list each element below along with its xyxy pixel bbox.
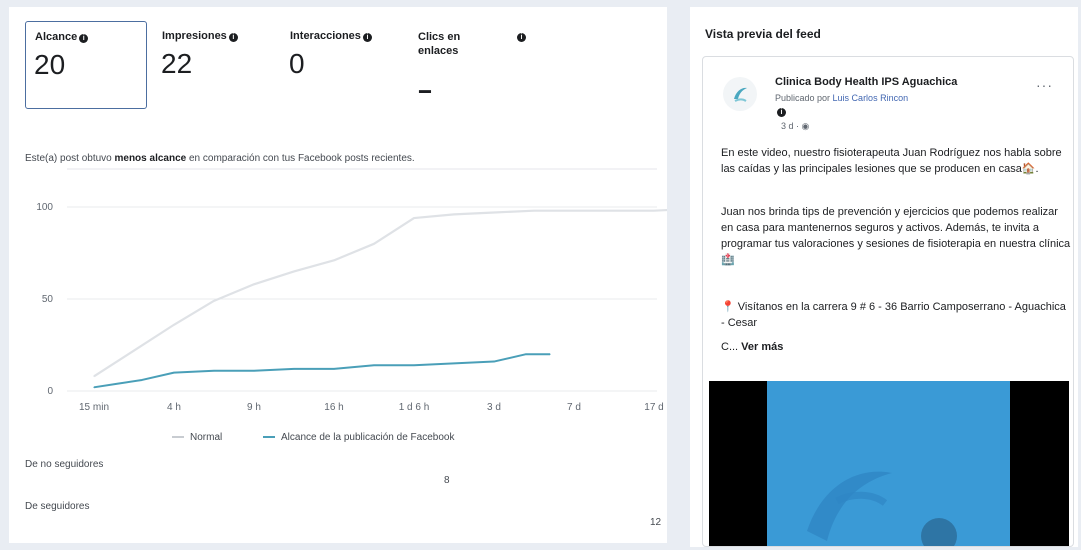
series-normal-point — [533, 210, 535, 212]
legend-swatch-post-reach — [263, 436, 275, 439]
x-tick-label: 17 d — [644, 402, 663, 413]
series-normal-point — [453, 213, 455, 215]
x-tick-label: 9 h — [247, 402, 261, 413]
legend-item-post-reach: Alcance de la publicación de Facebook — [263, 432, 454, 443]
feed-preview-panel: Vista previa del feed Clinica Body Healt… — [690, 7, 1078, 547]
clinic-logo-icon — [734, 87, 747, 102]
series-normal-point — [333, 259, 335, 261]
series-post-reach-point — [493, 360, 495, 363]
video-frame — [767, 381, 1010, 546]
globe-icon: ◉ — [801, 121, 810, 131]
legend-label-normal: Normal — [190, 432, 223, 443]
post-truncated-line: C... Ver más — [721, 339, 1071, 355]
series-post-reach-point — [141, 379, 143, 381]
series-post-reach-point — [525, 353, 527, 355]
series-post-reach-point — [413, 364, 415, 366]
series-normal-point — [213, 300, 215, 302]
series-normal-point — [133, 349, 135, 352]
post-timestamp: 3 d · ◉ — [781, 121, 809, 132]
feed-preview-title: Vista previa del feed — [705, 27, 821, 41]
series-normal-point — [413, 217, 415, 219]
video-thumbnail-shapes — [807, 471, 957, 546]
x-tick-label: 1 d 6 h — [399, 402, 430, 413]
info-icon[interactable]: i — [777, 108, 786, 117]
series-normal-point — [613, 210, 615, 212]
series-post-reach-point — [93, 386, 95, 388]
series-post-reach-line — [93, 353, 550, 389]
x-tick-label: 4 h — [167, 402, 181, 413]
reach-line-chart: 0 50 100 15 min 4 h 9 h 16 h 1 d 6 h 3 d 7 d 17 d — [36, 168, 667, 413]
post-preview-card: Clinica Body Health IPS Aguachica Public… — [702, 56, 1074, 547]
x-tick-label: 7 d — [567, 402, 581, 413]
post-paragraph-2: Juan nos brinda tips de prevención y eje… — [721, 206, 1071, 266]
series-normal-point — [373, 243, 375, 245]
legend-label-post-reach: Alcance de la publicación de Facebook — [281, 432, 455, 443]
post-paragraph-1: En este video, nuestro fisioterapeuta Ju… — [721, 147, 1062, 175]
series-post-reach-point — [453, 362, 455, 364]
post-time-text: 3 d · — [781, 121, 802, 131]
author-link[interactable]: Luis Carlos Rincon — [833, 93, 909, 103]
post-truncated-text: C... — [721, 341, 742, 353]
series-post-reach-point — [117, 383, 119, 385]
series-normal-point — [493, 211, 495, 214]
series-post-reach-point — [173, 372, 175, 374]
series-post-reach-point — [293, 368, 295, 370]
post-video[interactable] — [709, 381, 1069, 546]
series-normal-point — [253, 283, 255, 285]
published-prefix: Publicado por — [775, 93, 833, 103]
post-paragraph-3: 📍 Visítanos en la carrera 9 # 6 - 36 Bar… — [721, 301, 1066, 329]
series-normal-point — [653, 210, 655, 212]
legend-item-normal: Normal — [172, 432, 222, 443]
followers-value: 12 — [650, 517, 662, 528]
y-tick-label: 50 — [42, 294, 54, 305]
series-post-reach-point — [333, 368, 335, 370]
published-by: Publicado por Luis Carlos Rincon — [775, 93, 908, 103]
x-tick-label: 15 min — [79, 402, 109, 413]
series-normal-point — [93, 375, 95, 377]
series-normal-point — [573, 210, 575, 212]
followers-label: De seguidores — [25, 501, 90, 512]
series-post-reach-point — [549, 353, 551, 355]
series-post-reach-point — [213, 370, 215, 372]
more-options-icon[interactable]: ··· — [1036, 77, 1053, 93]
non-followers-label: De no seguidores — [25, 459, 104, 470]
legend-swatch-normal — [172, 436, 184, 439]
non-followers-value: 8 — [444, 475, 450, 486]
avatar[interactable] — [723, 77, 757, 111]
series-post-reach-point — [373, 364, 375, 366]
page-name-link[interactable]: Clinica Body Health IPS Aguachica — [775, 76, 957, 88]
x-tick-label: 3 d — [487, 402, 501, 413]
y-tick-label: 0 — [47, 386, 53, 397]
series-normal-point — [173, 324, 175, 326]
series-normal-point — [293, 270, 295, 272]
y-tick-label: 100 — [36, 202, 53, 213]
post-insights-panel: Alcance i 20 Impresiones i 22 Interaccione… — [9, 7, 667, 543]
see-more-link[interactable]: Ver más — [741, 341, 783, 353]
x-tick-label: 16 h — [324, 402, 343, 413]
series-post-reach-point — [253, 370, 255, 372]
series-normal-line — [93, 208, 667, 378]
